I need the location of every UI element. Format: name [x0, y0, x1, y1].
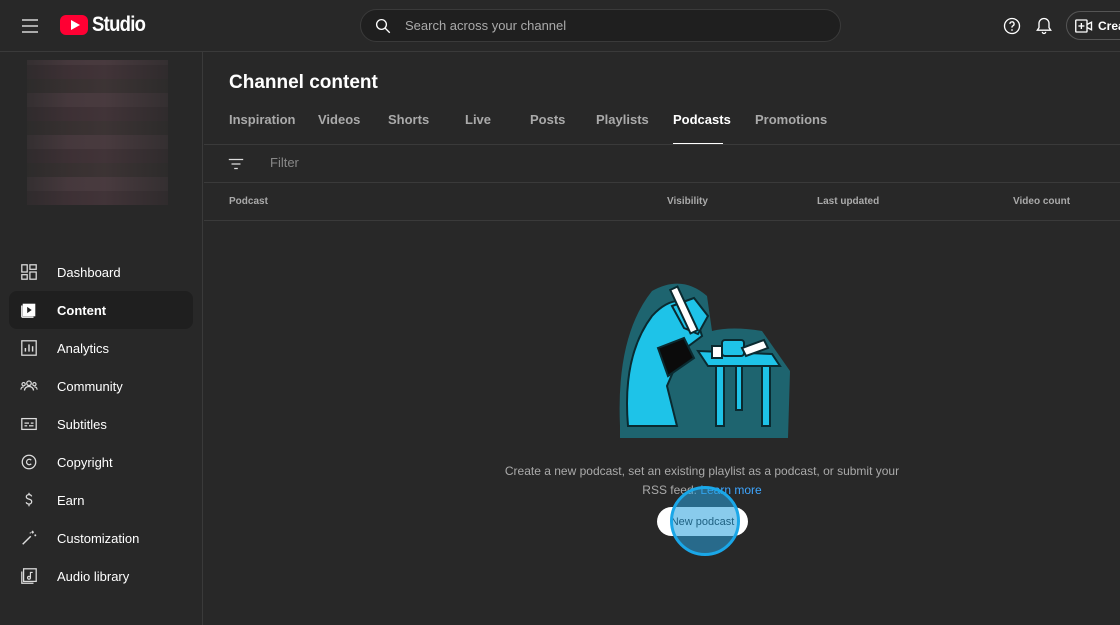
tab-posts[interactable]: Posts: [530, 112, 596, 145]
youtube-play-icon: [60, 15, 88, 35]
sidebar-item-community[interactable]: Community: [9, 367, 193, 405]
sidebar-item-analytics[interactable]: Analytics: [9, 329, 193, 367]
audio-library-icon: [19, 566, 39, 586]
copyright-icon: [19, 452, 39, 472]
page-title: Channel content: [229, 72, 378, 93]
help-icon[interactable]: [1000, 14, 1024, 38]
empty-state-text: Create a new podcast, set an existing pl…: [504, 462, 900, 500]
sidebar-item-label: Customization: [57, 530, 140, 546]
sidebar-item-label: Content: [57, 302, 107, 318]
filter-bar: [204, 145, 1120, 183]
main-content: Channel content Inspiration Videos Short…: [204, 52, 1120, 625]
search-bar[interactable]: [360, 9, 841, 42]
tab-inspiration[interactable]: Inspiration: [229, 112, 318, 145]
column-video-count[interactable]: Video count: [1013, 196, 1070, 207]
subtitles-icon: [19, 414, 39, 434]
sidebar-item-dashboard[interactable]: Dashboard: [9, 253, 193, 291]
content-tabs: Inspiration Videos Shorts Live Posts Pla…: [229, 112, 835, 145]
notifications-icon[interactable]: [1032, 14, 1056, 38]
column-visibility[interactable]: Visibility: [667, 196, 708, 207]
table-header: Podcast Visibility Last updated Video co…: [204, 183, 1120, 221]
community-icon: [19, 376, 39, 396]
sidebar-item-label: Audio library: [57, 568, 130, 584]
sidebar-nav: Dashboard Content Analytics Community Su…: [9, 253, 193, 595]
search-input[interactable]: [405, 18, 805, 33]
sidebar-item-subtitles[interactable]: Subtitles: [9, 405, 193, 443]
create-video-icon: [1075, 18, 1093, 33]
learn-more-link[interactable]: Learn more: [700, 483, 761, 497]
dashboard-icon: [19, 262, 39, 282]
menu-icon[interactable]: [18, 14, 42, 38]
sidebar: Dashboard Content Analytics Community Su…: [0, 52, 203, 625]
earn-icon: [19, 490, 39, 510]
tab-live[interactable]: Live: [465, 112, 530, 145]
tab-promotions[interactable]: Promotions: [755, 112, 835, 145]
logo-text: Studio: [92, 13, 146, 36]
sidebar-item-customization[interactable]: Customization: [9, 519, 193, 557]
sidebar-item-copyright[interactable]: Copyright: [9, 443, 193, 481]
sidebar-item-content[interactable]: Content: [9, 291, 193, 329]
filter-input[interactable]: [270, 155, 570, 170]
sidebar-item-label: Subtitles: [57, 416, 107, 432]
customization-icon: [19, 528, 39, 548]
sidebar-item-label: Dashboard: [57, 264, 121, 280]
tab-videos[interactable]: Videos: [318, 112, 388, 145]
studio-logo[interactable]: Studio: [60, 13, 153, 37]
sidebar-item-earn[interactable]: Earn: [9, 481, 193, 519]
column-last-updated[interactable]: Last updated: [817, 196, 879, 207]
analytics-icon: [19, 338, 39, 358]
sidebar-item-label: Copyright: [57, 454, 113, 470]
sidebar-item-audio-library[interactable]: Audio library: [9, 557, 193, 595]
tab-podcasts[interactable]: Podcasts: [673, 112, 731, 145]
tab-playlists[interactable]: Playlists: [596, 112, 673, 145]
sidebar-item-label: Earn: [57, 492, 85, 508]
sidebar-item-label: Analytics: [57, 340, 110, 356]
channel-avatar[interactable]: [27, 60, 168, 205]
column-podcast[interactable]: Podcast: [229, 196, 268, 207]
sidebar-item-label: Community: [57, 378, 123, 394]
new-podcast-button[interactable]: New podcast: [657, 507, 748, 536]
podcast-empty-illustration: [619, 283, 790, 438]
create-label: Crea: [1098, 18, 1120, 33]
top-bar: Studio Crea: [0, 0, 1120, 52]
search-icon: [375, 18, 391, 33]
tab-shorts[interactable]: Shorts: [388, 112, 465, 145]
filter-icon[interactable]: [227, 155, 245, 173]
content-icon: [19, 300, 39, 320]
create-button[interactable]: Crea: [1066, 11, 1120, 40]
